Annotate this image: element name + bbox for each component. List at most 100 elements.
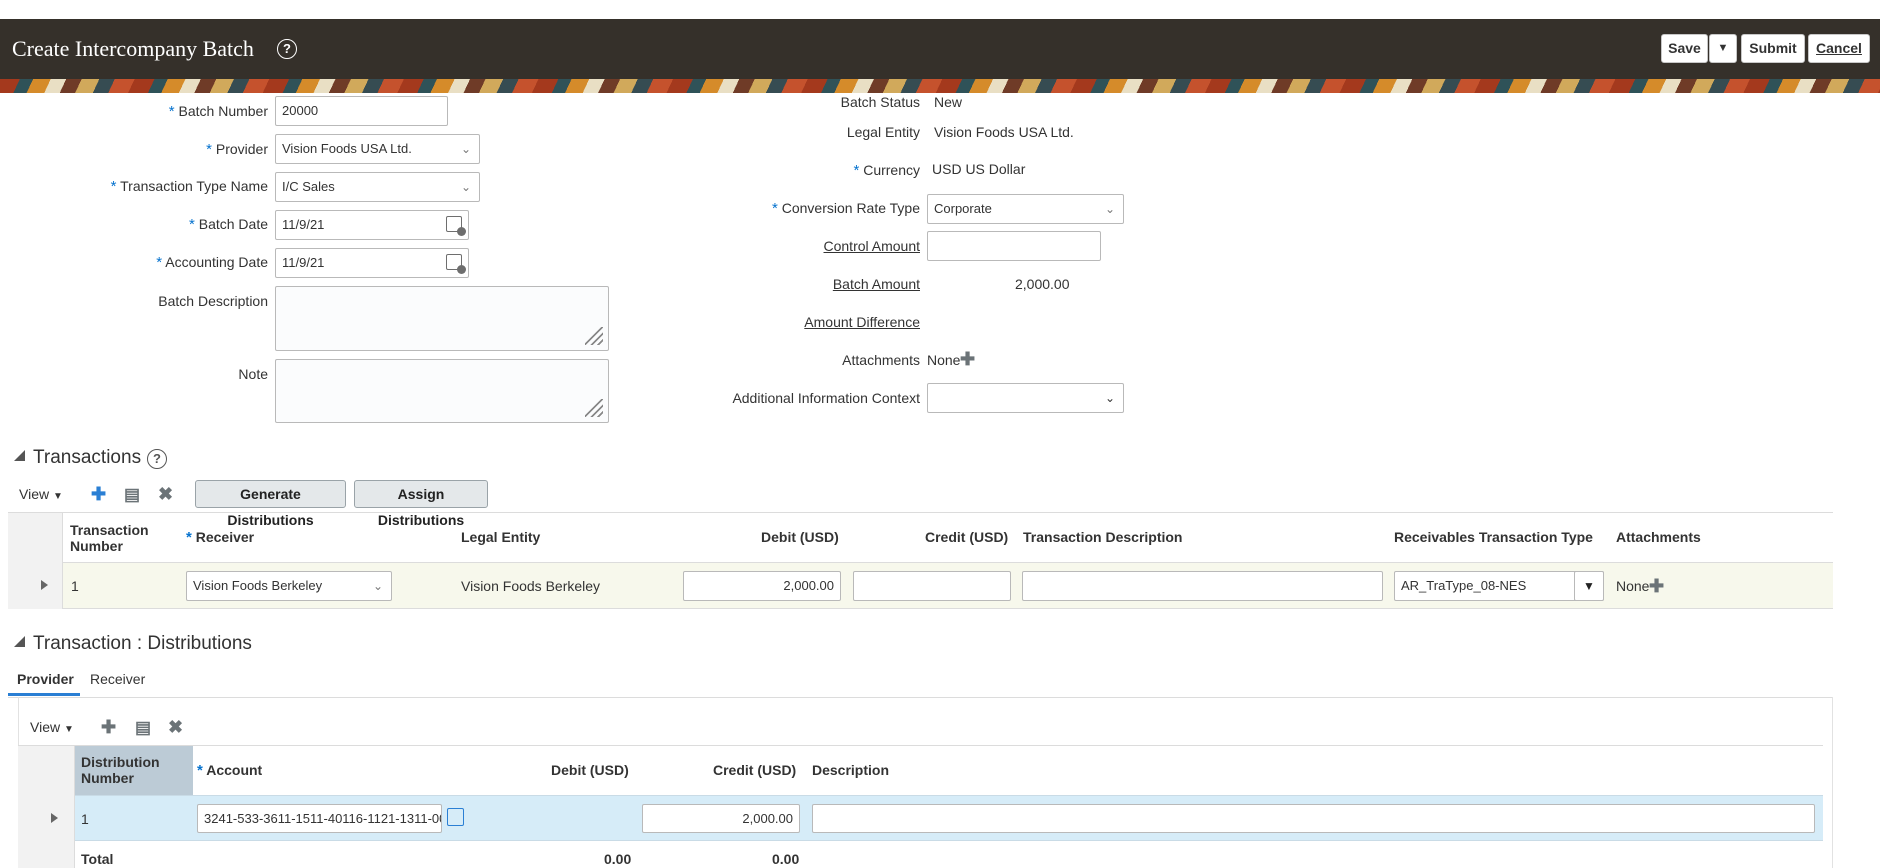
col-receiver: * Receiver: [186, 529, 255, 546]
note-label: Note: [238, 366, 268, 382]
total-debit: 0.00: [604, 851, 632, 867]
chevron-down-icon: ⌄: [372, 579, 383, 593]
col-debit: Debit (USD): [551, 762, 629, 778]
view-menu[interactable]: View ▼: [30, 719, 74, 735]
distribution-description-input[interactable]: [812, 804, 1815, 833]
batch-amount-value: 2,000.00: [1015, 276, 1070, 292]
add-icon[interactable]: ✚: [101, 718, 116, 736]
control-amount-input[interactable]: [927, 231, 1101, 261]
row-selector-column: [8, 513, 63, 609]
transaction-description-input[interactable]: [1022, 571, 1383, 601]
chevron-down-icon: ⌄: [1104, 202, 1115, 216]
account-input[interactable]: 3241-533-3611-1511-40116-1121-1311-0000: [197, 804, 442, 833]
batch-description-label: Batch Description: [158, 293, 268, 309]
batch-date-input[interactable]: 11/9/21: [275, 210, 469, 240]
expand-row-icon[interactable]: [51, 813, 58, 823]
batch-number-input[interactable]: 20000: [275, 96, 448, 126]
batch-amount-label: Batch Amount: [832, 276, 920, 292]
export-icon[interactable]: ▤: [124, 486, 140, 504]
additional-info-select[interactable]: ⌄: [927, 383, 1124, 413]
batch-number-label: * Batch Number: [168, 103, 268, 120]
currency-label: * Currency: [853, 162, 920, 179]
receivables-type-dropdown-icon[interactable]: ▼: [1574, 571, 1604, 601]
note-textarea[interactable]: [275, 359, 609, 423]
resize-handle-icon[interactable]: [585, 327, 603, 345]
delete-icon[interactable]: ✖: [158, 485, 173, 503]
save-menu-chevron-icon[interactable]: ▼: [1709, 34, 1737, 63]
chevron-down-icon: ⌄: [460, 180, 471, 194]
col-legal-entity: Legal Entity: [461, 529, 541, 545]
distributions-title: Transaction : Distributions: [33, 633, 252, 654]
legal-entity-label: Legal Entity: [846, 124, 920, 140]
batch-date-label: * Batch Date: [189, 216, 268, 233]
col-description: Description: [812, 762, 890, 778]
save-button[interactable]: Save: [1661, 34, 1708, 63]
submit-button[interactable]: Submit: [1741, 34, 1805, 63]
col-transaction-description: Transaction Description: [1023, 529, 1183, 545]
export-icon[interactable]: ▤: [135, 719, 151, 737]
chevron-down-icon: ⌄: [1104, 391, 1115, 405]
tab-receiver[interactable]: Receiver: [90, 671, 145, 687]
cancel-button[interactable]: Cancel: [1808, 34, 1870, 63]
col-credit: Credit (USD): [925, 529, 1009, 545]
distributions-panel: [18, 697, 1833, 868]
chevron-down-icon: ⌄: [460, 142, 471, 156]
total-label: Total: [81, 851, 114, 867]
col-transaction-number: Transaction Number: [70, 522, 149, 554]
transactions-title: Transactions: [33, 447, 142, 468]
tab-provider[interactable]: Provider: [17, 671, 74, 687]
additional-info-label: Additional Information Context: [732, 390, 920, 406]
generate-distributions-button[interactable]: Generate Distributions: [195, 480, 346, 528]
provider-label: * Provider: [206, 141, 268, 158]
receivables-type-input[interactable]: AR_TraType_08-NES: [1394, 571, 1604, 601]
attachments-value: None: [927, 352, 961, 368]
transaction-type-label: * Transaction Type Name: [110, 178, 268, 195]
delete-icon[interactable]: ✖: [168, 718, 183, 736]
add-icon[interactable]: ✚: [91, 485, 106, 503]
col-distribution-number: Distribution Number: [81, 754, 160, 786]
attachments-cell: None: [1616, 578, 1650, 594]
distribution-credit-input[interactable]: 2,000.00: [642, 804, 800, 833]
add-attachment-icon[interactable]: ✚: [1649, 576, 1664, 597]
divider: [18, 745, 1823, 746]
control-amount-label: Control Amount: [823, 238, 921, 254]
divider: [8, 512, 1833, 513]
conversion-rate-type-label: * Conversion Rate Type: [772, 200, 920, 217]
batch-status-value: New: [934, 94, 963, 110]
receiver-select[interactable]: Vision Foods Berkeley ⌄: [186, 571, 392, 601]
resize-handle-icon[interactable]: [585, 399, 603, 417]
help-icon[interactable]: ?: [147, 449, 167, 469]
account-search-icon[interactable]: [447, 808, 464, 826]
col-receivables-transaction-type: Receivables Transaction Type: [1394, 529, 1593, 545]
view-menu[interactable]: View ▼: [19, 486, 63, 502]
active-tab-indicator: [8, 693, 80, 696]
col-debit: Debit (USD): [761, 529, 839, 545]
transaction-type-select[interactable]: I/C Sales ⌄: [275, 172, 480, 202]
collapse-triangle-icon[interactable]: [14, 636, 25, 647]
top-strip: [0, 0, 1880, 19]
col-credit: Credit (USD): [713, 762, 797, 778]
amount-difference-label: Amount Difference: [804, 314, 920, 330]
expand-row-icon[interactable]: [41, 580, 48, 590]
help-icon[interactable]: ?: [277, 39, 297, 59]
accounting-date-label: * Accounting Date: [156, 254, 268, 271]
calendar-icon[interactable]: [446, 216, 466, 236]
row-selector-column: [18, 746, 75, 868]
assign-distributions-button[interactable]: Assign Distributions: [354, 480, 488, 528]
legal-entity-value: Vision Foods USA Ltd.: [934, 124, 1074, 140]
page-title: Create Intercompany Batch: [12, 36, 254, 61]
accounting-date-input[interactable]: 11/9/21: [275, 248, 469, 278]
provider-select[interactable]: Vision Foods USA Ltd. ⌄: [275, 134, 480, 164]
collapse-triangle-icon[interactable]: [14, 450, 25, 461]
batch-description-textarea[interactable]: [275, 286, 609, 351]
debit-input[interactable]: 2,000.00: [683, 571, 841, 601]
batch-status-label: Batch Status: [840, 94, 920, 110]
transaction-number-cell: 1: [71, 578, 79, 594]
total-credit: 0.00: [772, 851, 800, 867]
legal-entity-cell: Vision Foods Berkeley: [461, 578, 601, 594]
calendar-icon[interactable]: [446, 254, 466, 274]
conversion-rate-type-select[interactable]: Corporate ⌄: [927, 194, 1124, 224]
col-account: * Account: [197, 762, 263, 779]
add-attachment-icon[interactable]: ✚: [960, 349, 975, 370]
credit-input[interactable]: [853, 571, 1011, 601]
